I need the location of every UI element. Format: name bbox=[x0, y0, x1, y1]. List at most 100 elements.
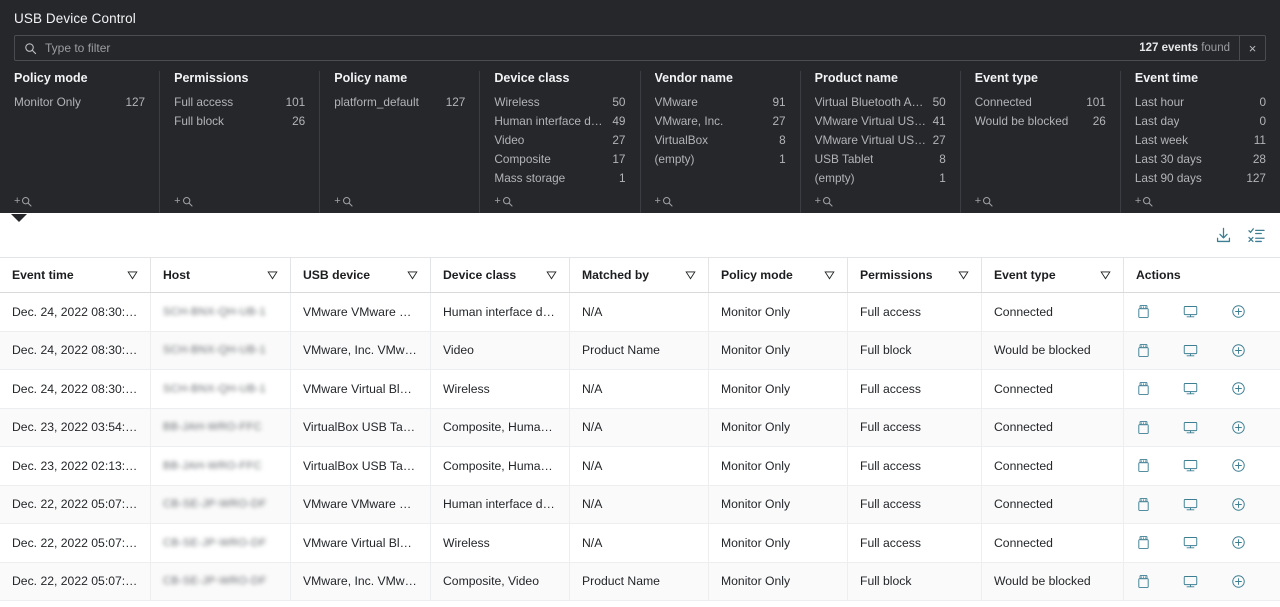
usb-device-icon[interactable] bbox=[1136, 458, 1173, 473]
table-row[interactable]: Dec. 24, 2022 08:30:23SCH-BNX-QH-UB-1VMw… bbox=[0, 370, 1280, 409]
filter-icon[interactable] bbox=[546, 270, 557, 281]
plus-circle-icon[interactable] bbox=[1231, 497, 1268, 512]
facet-item[interactable]: Video 27 bbox=[494, 131, 625, 150]
clear-search-button[interactable]: × bbox=[1239, 36, 1265, 60]
column-header-label: Actions bbox=[1136, 268, 1181, 282]
add-filter-button-event-type[interactable]: + bbox=[975, 195, 993, 207]
cell-event-time: Dec. 24, 2022 08:30:23 bbox=[0, 370, 150, 408]
facet-item-label: Virtual Bluetooth Ada… bbox=[815, 93, 927, 112]
facet-item[interactable]: Virtual Bluetooth Ada… 50 bbox=[815, 93, 946, 112]
search-input[interactable] bbox=[41, 36, 1139, 60]
facet-policy-mode: Policy mode Monitor Only 127 + bbox=[0, 71, 159, 213]
monitor-icon[interactable] bbox=[1183, 458, 1220, 473]
column-header-label: Host bbox=[163, 268, 190, 282]
filter-icon[interactable] bbox=[958, 270, 969, 281]
facet-item[interactable]: VMware Virtual USB V… 27 bbox=[815, 131, 946, 150]
filter-icon[interactable] bbox=[824, 270, 835, 281]
facet-item[interactable]: VirtualBox 8 bbox=[655, 131, 786, 150]
add-filter-button-permissions[interactable]: + bbox=[174, 195, 192, 207]
facet-item[interactable]: Last day 0 bbox=[1135, 112, 1266, 131]
monitor-icon[interactable] bbox=[1183, 574, 1220, 589]
facet-item[interactable]: (empty) 1 bbox=[815, 169, 946, 188]
column-header-device-class[interactable]: Device class bbox=[430, 258, 569, 292]
column-header-policy-mode[interactable]: Policy mode bbox=[708, 258, 847, 292]
monitor-icon[interactable] bbox=[1183, 381, 1220, 396]
facet-item[interactable]: Wireless 50 bbox=[494, 93, 625, 112]
facet-item[interactable]: Monitor Only 127 bbox=[14, 93, 145, 112]
facet-item[interactable]: (empty) 1 bbox=[655, 150, 786, 169]
facet-item[interactable]: Connected 101 bbox=[975, 93, 1106, 112]
facet-item[interactable]: USB Tablet 8 bbox=[815, 150, 946, 169]
usb-device-icon[interactable] bbox=[1136, 497, 1173, 512]
facet-item[interactable]: Full access 101 bbox=[174, 93, 305, 112]
download-icon[interactable] bbox=[1214, 226, 1233, 245]
add-filter-button-vendor-name[interactable]: + bbox=[655, 195, 673, 207]
usb-device-icon[interactable] bbox=[1136, 343, 1173, 358]
usb-device-icon[interactable] bbox=[1136, 535, 1173, 550]
facet-item[interactable]: VMware, Inc. 27 bbox=[655, 112, 786, 131]
facet-item-count: 127 bbox=[125, 93, 145, 112]
filter-icon[interactable] bbox=[127, 270, 138, 281]
facet-item[interactable]: Last 90 days 127 bbox=[1135, 169, 1266, 188]
usb-device-icon[interactable] bbox=[1136, 574, 1173, 589]
filter-icon[interactable] bbox=[407, 270, 418, 281]
column-header-usb-device[interactable]: USB device bbox=[290, 258, 430, 292]
usb-device-icon[interactable] bbox=[1136, 420, 1173, 435]
table-row[interactable]: Dec. 23, 2022 02:13:07BB-JAH-WRO-FFCVirt… bbox=[0, 447, 1280, 486]
plus-circle-icon[interactable] bbox=[1231, 458, 1268, 473]
facet-item[interactable]: Last 30 days 28 bbox=[1135, 150, 1266, 169]
cell-event-type-text: Connected bbox=[994, 305, 1111, 319]
column-header-matched-by[interactable]: Matched by bbox=[569, 258, 708, 292]
column-picker-icon[interactable] bbox=[1247, 226, 1266, 245]
column-header-event-time[interactable]: Event time bbox=[0, 258, 150, 292]
table-row[interactable]: Dec. 22, 2022 05:07:24CB-SE-JP-WRO-DFVMw… bbox=[0, 486, 1280, 525]
magnifier-icon bbox=[502, 196, 513, 207]
cell-permissions: Full access bbox=[847, 486, 981, 524]
add-filter-button-product-name[interactable]: + bbox=[815, 195, 833, 207]
filter-icon[interactable] bbox=[685, 270, 696, 281]
facet-item[interactable]: Last week 11 bbox=[1135, 131, 1266, 150]
filter-icon[interactable] bbox=[1100, 270, 1111, 281]
column-header-event-type[interactable]: Event type bbox=[981, 258, 1123, 292]
table-row[interactable]: Dec. 22, 2022 05:07:22CB-SE-JP-WRO-DFVMw… bbox=[0, 563, 1280, 602]
add-filter-button-event-time[interactable]: + bbox=[1135, 195, 1153, 207]
plus-circle-icon[interactable] bbox=[1231, 381, 1268, 396]
facet-item[interactable]: Last hour 0 bbox=[1135, 93, 1266, 112]
filter-icon[interactable] bbox=[267, 270, 278, 281]
table-row[interactable]: Dec. 24, 2022 08:30:23SCH-BNX-QH-UB-1VMw… bbox=[0, 332, 1280, 371]
monitor-icon[interactable] bbox=[1183, 343, 1220, 358]
plus-circle-icon[interactable] bbox=[1231, 304, 1268, 319]
monitor-icon[interactable] bbox=[1183, 420, 1220, 435]
collapse-filter-panel-arrow-icon[interactable] bbox=[11, 214, 27, 222]
column-header-host[interactable]: Host bbox=[150, 258, 290, 292]
facet-item[interactable]: Would be blocked 26 bbox=[975, 112, 1106, 131]
table-row[interactable]: Dec. 24, 2022 08:30:24SCH-BNX-QH-UB-1VMw… bbox=[0, 293, 1280, 332]
plus-circle-icon[interactable] bbox=[1231, 343, 1268, 358]
add-filter-button-policy-mode[interactable]: + bbox=[14, 195, 32, 207]
cell-device-class-text: Human interface device bbox=[443, 305, 557, 319]
facet-item[interactable]: Human interface devi… 49 bbox=[494, 112, 625, 131]
table-row[interactable]: Dec. 22, 2022 05:07:22CB-SE-JP-WRO-DFVMw… bbox=[0, 524, 1280, 563]
facet-item[interactable]: VMware Virtual USB M… 41 bbox=[815, 112, 946, 131]
facet-item-count: 27 bbox=[933, 131, 946, 150]
usb-device-icon[interactable] bbox=[1136, 381, 1173, 396]
cell-policy-mode-text: Monitor Only bbox=[721, 459, 835, 473]
plus-circle-icon[interactable] bbox=[1231, 574, 1268, 589]
column-header-permissions[interactable]: Permissions bbox=[847, 258, 981, 292]
search-bar[interactable]: 127 events found × bbox=[14, 35, 1266, 61]
monitor-icon[interactable] bbox=[1183, 497, 1220, 512]
usb-device-icon[interactable] bbox=[1136, 304, 1173, 319]
facet-item[interactable]: platform_default 127 bbox=[334, 93, 465, 112]
cell-event-time-text: Dec. 22, 2022 05:07:22 bbox=[12, 536, 138, 550]
facet-item[interactable]: Mass storage 1 bbox=[494, 169, 625, 188]
facet-item[interactable]: VMware 91 bbox=[655, 93, 786, 112]
add-filter-button-device-class[interactable]: + bbox=[494, 195, 512, 207]
facet-item[interactable]: Composite 17 bbox=[494, 150, 625, 169]
plus-circle-icon[interactable] bbox=[1231, 420, 1268, 435]
add-filter-button-policy-name[interactable]: + bbox=[334, 195, 352, 207]
table-row[interactable]: Dec. 23, 2022 03:54:41BB-JAH-WRO-FFCVirt… bbox=[0, 409, 1280, 448]
facet-item[interactable]: Full block 26 bbox=[174, 112, 305, 131]
monitor-icon[interactable] bbox=[1183, 304, 1220, 319]
monitor-icon[interactable] bbox=[1183, 535, 1220, 550]
plus-circle-icon[interactable] bbox=[1231, 535, 1268, 550]
